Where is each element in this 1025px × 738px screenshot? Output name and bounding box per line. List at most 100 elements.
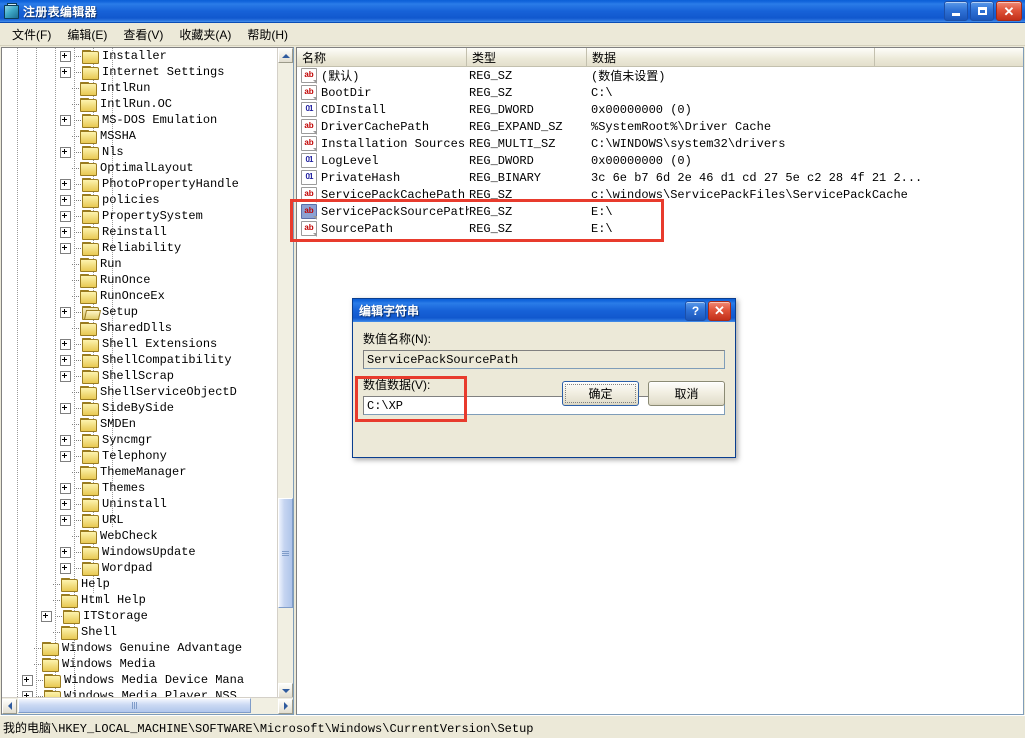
tree-item[interactable]: policies	[2, 192, 278, 208]
expand-icon[interactable]	[60, 243, 71, 254]
dialog-close-button[interactable]: ✕	[708, 301, 731, 321]
tree-horizontal-scrollbar[interactable]	[2, 697, 293, 714]
table-row[interactable]: abServicePackCachePathREG_SZc:\windows\S…	[297, 186, 1023, 203]
tree-leaf-spacer	[41, 628, 50, 637]
tree-item[interactable]: Syncmgr	[2, 432, 278, 448]
tree-scroll-thumb[interactable]	[278, 498, 293, 608]
expand-icon[interactable]	[60, 355, 71, 366]
table-row[interactable]: abDriverCachePathREG_EXPAND_SZ%SystemRoo…	[297, 118, 1023, 135]
scroll-up-button[interactable]	[278, 48, 293, 63]
expand-icon[interactable]	[60, 147, 71, 158]
tree-item[interactable]: SideBySide	[2, 400, 278, 416]
scroll-right-button[interactable]	[278, 699, 293, 714]
expand-icon[interactable]	[60, 179, 71, 190]
table-row[interactable]: abInstallation SourcesREG_MULTI_SZC:\WIN…	[297, 135, 1023, 152]
tree-item[interactable]: Windows Media	[2, 656, 278, 672]
tree-item[interactable]: Html Help	[2, 592, 278, 608]
minimize-button[interactable]	[944, 1, 968, 21]
column-header-type[interactable]: 类型	[467, 48, 587, 67]
table-row[interactable]: 01CDInstallREG_DWORD0x00000000 (0)	[297, 101, 1023, 118]
expand-icon[interactable]	[60, 435, 71, 446]
tree-item[interactable]: MS-DOS Emulation	[2, 112, 278, 128]
expand-icon[interactable]	[60, 483, 71, 494]
tree-item[interactable]: Telephony	[2, 448, 278, 464]
expand-icon[interactable]	[22, 675, 33, 686]
tree-item[interactable]: Uninstall	[2, 496, 278, 512]
tree-item[interactable]: Internet Settings	[2, 64, 278, 80]
expand-icon[interactable]	[60, 371, 71, 382]
expand-icon[interactable]	[60, 547, 71, 558]
tree-item[interactable]: ITStorage	[2, 608, 278, 624]
table-row[interactable]: abSourcePathREG_SZE:\	[297, 220, 1023, 237]
column-header-name[interactable]: 名称	[297, 48, 467, 67]
tree-item[interactable]: Installer	[2, 48, 278, 64]
ok-button[interactable]: 确定	[562, 381, 639, 406]
tree-item[interactable]: Nls	[2, 144, 278, 160]
tree-vertical-scrollbar[interactable]	[277, 48, 293, 698]
table-row[interactable]: 01PrivateHashREG_BINARY3c 6e b7 6d 2e 46…	[297, 169, 1023, 186]
menu-item-favorites[interactable]: 收藏夹(A)	[171, 24, 239, 45]
menu-item-file[interactable]: 文件(F)	[4, 24, 59, 45]
expand-icon[interactable]	[60, 51, 71, 62]
tree-item[interactable]: SMDEn	[2, 416, 278, 432]
table-row[interactable]: abServicePackSourcePathREG_SZE:\	[297, 203, 1023, 220]
tree-item[interactable]: Themes	[2, 480, 278, 496]
tree-item[interactable]: IntlRun	[2, 80, 278, 96]
expand-icon[interactable]	[60, 115, 71, 126]
expand-icon[interactable]	[60, 211, 71, 222]
tree-item[interactable]: Run	[2, 256, 278, 272]
expand-icon[interactable]	[60, 403, 71, 414]
tree-connector	[74, 568, 81, 569]
tree-item[interactable]: RunOnce	[2, 272, 278, 288]
expand-icon[interactable]	[41, 611, 52, 622]
scroll-down-button[interactable]	[278, 683, 293, 698]
tree-hscroll-thumb[interactable]	[18, 698, 251, 713]
maximize-button[interactable]	[970, 1, 994, 21]
table-row[interactable]: ab(默认)REG_SZ(数值未设置)	[297, 67, 1023, 84]
tree-item[interactable]: IntlRun.OC	[2, 96, 278, 112]
expand-icon[interactable]	[60, 451, 71, 462]
menu-item-help[interactable]: 帮助(H)	[239, 24, 296, 45]
tree-item[interactable]: Reliability	[2, 240, 278, 256]
expand-icon[interactable]	[60, 227, 71, 238]
tree-item[interactable]: WindowsUpdate	[2, 544, 278, 560]
tree-item[interactable]: OptimalLayout	[2, 160, 278, 176]
help-button[interactable]: ?	[685, 301, 706, 321]
close-button[interactable]: ✕	[996, 1, 1022, 21]
menu-item-edit[interactable]: 编辑(E)	[59, 24, 115, 45]
scroll-left-button[interactable]	[2, 699, 17, 714]
column-header-data[interactable]: 数据	[587, 48, 875, 67]
tree-item[interactable]: ShellCompatibility	[2, 352, 278, 368]
tree-item[interactable]: URL	[2, 512, 278, 528]
expand-icon[interactable]	[60, 563, 71, 574]
tree-item[interactable]: Wordpad	[2, 560, 278, 576]
tree-item[interactable]: PhotoPropertyHandle	[2, 176, 278, 192]
expand-icon[interactable]	[60, 515, 71, 526]
expand-icon[interactable]	[60, 307, 71, 318]
tree-item[interactable]: Shell Extensions	[2, 336, 278, 352]
tree-item[interactable]: Help	[2, 576, 278, 592]
expand-icon[interactable]	[60, 67, 71, 78]
tree-item[interactable]: SharedDlls	[2, 320, 278, 336]
cancel-button[interactable]: 取消	[648, 381, 725, 406]
tree-item[interactable]: Setup	[2, 304, 278, 320]
expand-icon[interactable]	[60, 195, 71, 206]
tree-item[interactable]: ThemeManager	[2, 464, 278, 480]
tree-item[interactable]: Reinstall	[2, 224, 278, 240]
tree-item[interactable]: WebCheck	[2, 528, 278, 544]
tree-item[interactable]: Shell	[2, 624, 278, 640]
expand-icon[interactable]	[60, 499, 71, 510]
expand-icon[interactable]	[60, 339, 71, 350]
tree-item[interactable]: RunOnceEx	[2, 288, 278, 304]
tree-item[interactable]: Windows Media Device Mana	[2, 672, 278, 688]
registry-tree[interactable]: InstallerInternet SettingsIntlRunIntlRun…	[2, 48, 278, 698]
tree-item[interactable]: ShellScrap	[2, 368, 278, 384]
table-row[interactable]: abBootDirREG_SZC:\	[297, 84, 1023, 101]
table-row[interactable]: 01LogLevelREG_DWORD0x00000000 (0)	[297, 152, 1023, 169]
tree-item[interactable]: Windows Genuine Advantage	[2, 640, 278, 656]
menu-item-view[interactable]: 查看(V)	[115, 24, 171, 45]
tree-item[interactable]: MSSHA	[2, 128, 278, 144]
tree-item[interactable]: ShellServiceObjectD	[2, 384, 278, 400]
value-name-input[interactable]: ServicePackSourcePath	[363, 350, 725, 369]
tree-item[interactable]: PropertySystem	[2, 208, 278, 224]
